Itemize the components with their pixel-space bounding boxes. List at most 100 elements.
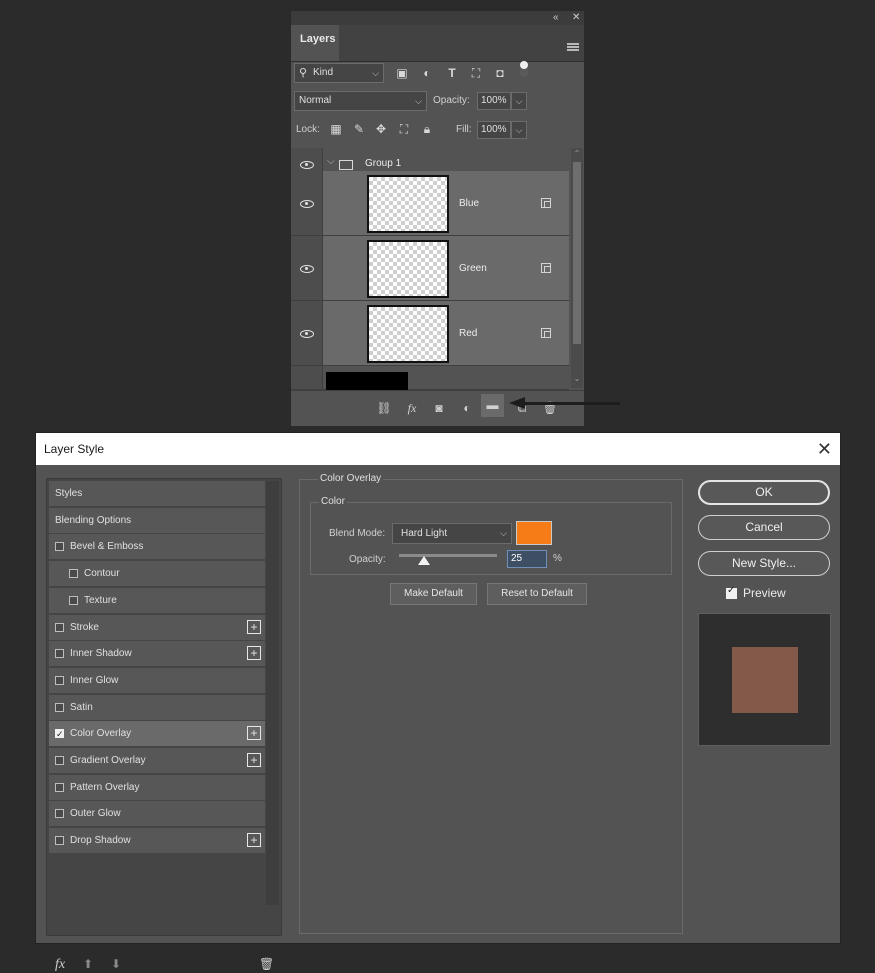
chevron-down-icon[interactable]: ⌄ [571, 374, 583, 383]
lock-position-icon[interactable]: ✥ [374, 122, 388, 136]
visibility-eye-icon[interactable] [300, 161, 314, 169]
style-checkbox[interactable] [69, 595, 78, 605]
fx-icon[interactable]: fx [404, 400, 420, 416]
lock-pixels-icon[interactable]: ▦ [329, 122, 343, 136]
add-effect-plus-icon[interactable]: + [247, 646, 261, 661]
smart-object-icon [541, 198, 551, 208]
link-layers-icon[interactable]: ⛓ [376, 400, 392, 416]
style-item-gradient-overlay[interactable]: Gradient Overlay + [49, 748, 265, 773]
overlay-color-swatch[interactable] [516, 521, 552, 545]
style-list-scrollbar[interactable] [266, 481, 279, 905]
panel-tab-bar: Layers [291, 25, 584, 62]
adjustment-filter-icon[interactable]: ◐ [420, 66, 434, 80]
smart-object-filter-icon[interactable]: ◘ [493, 66, 507, 80]
style-item-label: Contour [84, 568, 120, 580]
lock-paint-icon[interactable]: ✎ [352, 122, 366, 136]
style-item-bevel-emboss[interactable]: Bevel & Emboss [49, 534, 265, 560]
type-filter-icon[interactable]: T [445, 66, 459, 80]
layer-row[interactable]: Red [291, 301, 569, 366]
close-icon[interactable]: ✕ [817, 433, 832, 465]
fill-input[interactable]: 100% [477, 121, 511, 139]
style-item-stroke[interactable]: Stroke + [49, 614, 265, 640]
opacity-slider-track[interactable] [399, 554, 497, 557]
style-checkbox[interactable] [55, 675, 64, 685]
layer-row[interactable]: Blue [291, 171, 569, 236]
preview-checkbox[interactable] [726, 585, 737, 599]
layers-bottom-toolbar: ⛓ fx ◙ ◐ ▬ ⧉ 🗑︎ [291, 390, 584, 426]
lock-artboard-icon[interactable]: ⛶ [397, 122, 411, 136]
style-item-inner-glow[interactable]: Inner Glow [49, 667, 265, 693]
layer-row[interactable]: Green [291, 236, 569, 301]
search-icon: ⚲ [299, 67, 308, 79]
reset-to-default-button[interactable]: Reset to Default [487, 583, 587, 605]
opacity-slider-knob[interactable] [417, 556, 430, 565]
style-item-satin[interactable]: Satin [49, 694, 265, 720]
style-item-styles[interactable]: Styles [49, 481, 265, 506]
new-group-icon[interactable]: ▬ [481, 394, 504, 417]
style-item-outer-glow[interactable]: Outer Glow [49, 801, 265, 827]
tab-layers[interactable]: Layers [291, 25, 339, 61]
new-style-button[interactable]: New Style... [698, 551, 830, 576]
layers-scrollbar[interactable]: ⌃ ⌄ [571, 148, 583, 388]
blend-mode-select[interactable]: Normal ⌵ [294, 91, 427, 111]
style-item-contour[interactable]: Contour [49, 561, 265, 587]
filter-kind-select[interactable]: ⚲ Kind ⌵ [294, 63, 384, 83]
group-name: Group 1 [365, 158, 402, 169]
collapse-icon[interactable]: « [553, 11, 559, 25]
style-item-color-overlay[interactable]: Color Overlay + [49, 721, 265, 747]
fill-dropdown[interactable]: ⌵ [511, 121, 527, 139]
style-checkbox[interactable] [55, 836, 64, 846]
style-checkbox[interactable] [55, 722, 64, 747]
add-effect-plus-icon[interactable]: + [247, 833, 261, 848]
overlay-opacity-input[interactable]: 25 [507, 550, 547, 568]
style-item-label: Texture [84, 594, 117, 606]
adjustment-icon[interactable]: ◐ [459, 400, 475, 416]
add-effect-plus-icon[interactable]: + [247, 726, 261, 741]
opacity-dropdown[interactable]: ⌵ [511, 92, 527, 110]
style-item-pattern-overlay[interactable]: Pattern Overlay [49, 774, 265, 800]
style-checkbox[interactable] [55, 649, 64, 659]
add-effect-plus-icon[interactable]: + [247, 619, 261, 634]
visibility-eye-icon[interactable] [300, 200, 314, 208]
scrollbar-thumb[interactable] [573, 162, 581, 344]
style-item-texture[interactable]: Texture [49, 587, 265, 613]
style-checkbox[interactable] [55, 622, 64, 632]
ok-button[interactable]: OK [698, 480, 830, 505]
image-filter-icon[interactable]: ▣ [395, 66, 409, 80]
chevron-up-icon[interactable]: ⌃ [571, 149, 583, 158]
style-checkbox[interactable] [69, 569, 78, 579]
style-item-inner-shadow[interactable]: Inner Shadow + [49, 641, 265, 667]
style-item-label: Inner Glow [70, 674, 119, 686]
style-checkbox[interactable] [55, 809, 64, 819]
visibility-eye-icon[interactable] [300, 265, 314, 273]
filter-kind-label: Kind [313, 67, 334, 78]
panel-menu-icon[interactable] [567, 43, 579, 51]
style-checkbox[interactable] [55, 702, 64, 712]
move-down-icon[interactable]: ⬇ [111, 957, 121, 971]
fx-icon[interactable]: fx [55, 957, 65, 973]
move-up-icon[interactable]: ⬆ [83, 957, 93, 971]
make-default-button[interactable]: Make Default [390, 583, 477, 605]
add-effect-plus-icon[interactable]: + [247, 753, 261, 767]
style-item-drop-shadow[interactable]: Drop Shadow + [49, 828, 265, 854]
visibility-eye-icon[interactable] [300, 330, 314, 338]
cancel-button[interactable]: Cancel [698, 515, 830, 540]
style-checkbox[interactable] [55, 756, 64, 765]
color-group-title: Color [319, 496, 347, 507]
filter-toggle-icon[interactable] [520, 61, 528, 77]
annotation-arrow-line [525, 402, 620, 405]
layer-row-partial[interactable] [291, 366, 569, 390]
trash-icon[interactable]: 🗑︎ [259, 957, 274, 971]
close-icon[interactable]: ✕ [572, 11, 580, 25]
style-item-blending-options[interactable]: Blending Options [49, 507, 265, 533]
layer-thumbnail [367, 305, 449, 363]
shape-filter-icon[interactable]: ⛶ [469, 66, 483, 80]
chevron-down-icon[interactable]: ⌵ [327, 156, 335, 167]
lock-all-icon[interactable]: 🔒︎ [420, 122, 434, 136]
smart-object-icon [541, 328, 551, 338]
opacity-input[interactable]: 100% [477, 92, 511, 110]
mask-icon[interactable]: ◙ [431, 400, 447, 416]
style-checkbox[interactable] [55, 542, 64, 552]
style-checkbox[interactable] [55, 782, 64, 792]
overlay-blend-mode-select[interactable]: Hard Light ⌵ [392, 523, 512, 544]
